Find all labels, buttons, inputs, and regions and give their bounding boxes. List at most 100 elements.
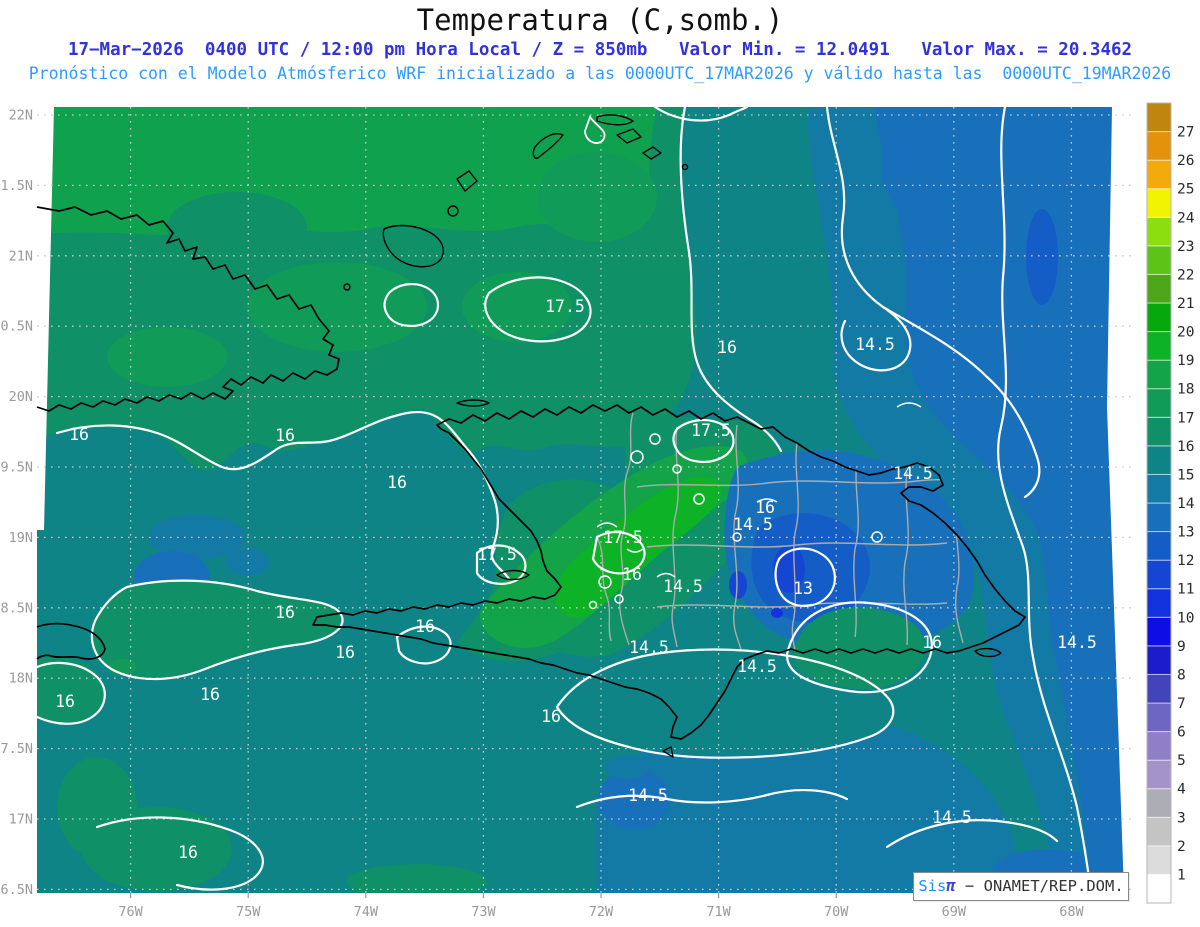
contour-value-label: 16	[275, 426, 295, 445]
colorbar-segment	[1146, 645, 1172, 675]
colorbar-label: 11	[1177, 582, 1194, 598]
colorbar-label: 24	[1177, 210, 1195, 226]
y-axis-label: 6.5N	[0, 882, 33, 898]
colorbar-segment	[1146, 845, 1172, 875]
colorbar-segment	[1146, 245, 1172, 275]
x-axis-label: 71W	[706, 904, 731, 920]
contour-value-label: 16	[69, 425, 89, 444]
x-axis-label: 73W	[471, 904, 496, 920]
colorbar: 1234567891011121314151617181920212223242…	[1146, 102, 1195, 904]
colorbar-segment	[1146, 416, 1172, 447]
contour-value-label: 16	[178, 843, 198, 862]
colorbar-label: 7	[1177, 696, 1186, 712]
colorbar-segment	[1146, 102, 1172, 133]
contour-value-label: 17.5	[545, 297, 585, 316]
contour-value-label: 16	[55, 692, 75, 711]
y-axis-label: 17N	[9, 812, 33, 828]
y-axis-label: 18N	[9, 671, 33, 687]
sispi-logo-sis: Sis	[918, 877, 947, 895]
colorbar-segment	[1146, 359, 1172, 390]
colorbar-label: 4	[1177, 782, 1186, 798]
colorbar-segment	[1146, 302, 1172, 333]
y-axis-label: 1.5N	[0, 178, 33, 194]
y-axis-label: 21N	[9, 248, 33, 264]
colorbar-label: 23	[1177, 239, 1194, 255]
colorbar-segment	[1146, 216, 1172, 247]
temperature-fill-layers	[37, 107, 1133, 893]
colorbar-label: 26	[1177, 153, 1194, 169]
chart-subtitle-model: Pronóstico con el Modelo Atmósferico WRF…	[28, 64, 1172, 83]
y-axis-label: 7.5N	[0, 741, 33, 757]
contour-value-label: 16	[622, 565, 642, 584]
x-axis-label: 69W	[942, 904, 967, 920]
x-axis-label: 70W	[824, 904, 849, 920]
map-canvas: 17.5 16 14.5 16 16 16 17.5 14.5 16 14.5 17.5 17.5 16…	[0, 102, 1195, 920]
contour-value-label: 16	[387, 473, 407, 492]
x-axis-label: 75W	[236, 904, 261, 920]
colorbar-label: 21	[1177, 296, 1194, 312]
source-attribution-box: Sisπ − ONAMET/REP.DOM.	[913, 872, 1129, 901]
contour-value-label: 14.5	[855, 335, 895, 354]
colorbar-segment	[1146, 331, 1172, 361]
colorbar-segment	[1146, 588, 1172, 618]
colorbar-label: 9	[1177, 639, 1186, 655]
contour-value-label: 14.5	[932, 808, 972, 827]
colorbar-label: 8	[1177, 667, 1186, 683]
colorbar-label: 6	[1177, 725, 1186, 741]
weather-chart-figure: 17.5 16 14.5 16 16 16 17.5 14.5 16 14.5 17.5 17.5 16…	[0, 0, 1200, 927]
contour-value-label: 16	[275, 603, 295, 622]
y-axis-label: 0.5N	[0, 319, 33, 335]
contour-value-label: 14.5	[628, 786, 668, 805]
chart-title: Temperatura (C,somb.)	[416, 3, 784, 37]
colorbar-label: 22	[1177, 267, 1194, 283]
contour-value-label: 16	[922, 633, 942, 652]
y-axis-label: 22N	[9, 108, 33, 124]
colorbar-segment	[1146, 273, 1172, 304]
colorbar-label: 14	[1177, 496, 1195, 512]
colorbar-segment	[1146, 788, 1172, 818]
contour-value-label: 16	[541, 707, 561, 726]
x-axis-label: 74W	[354, 904, 379, 920]
colorbar-segment	[1146, 502, 1172, 533]
contour-value-label: 14.5	[733, 515, 773, 534]
colorbar-segment	[1146, 816, 1172, 847]
colorbar-segment	[1146, 759, 1172, 790]
y-axis-label: 19N	[9, 530, 33, 546]
colorbar-segment	[1146, 873, 1172, 904]
colorbar-segment	[1146, 702, 1172, 733]
colorbar-label: 15	[1177, 467, 1194, 483]
x-axis-label: 68W	[1059, 904, 1084, 920]
contour-value-label: 14.5	[737, 657, 777, 676]
colorbar-label: 10	[1177, 610, 1194, 626]
contour-value-label: 17.5	[477, 545, 517, 564]
source-separator: −	[955, 877, 984, 895]
sispi-logo-pi-icon: π	[946, 877, 956, 895]
colorbar-label: 17	[1177, 410, 1194, 426]
contour-value-label: 17.5	[603, 528, 643, 547]
contour-value-label: 14.5	[893, 464, 933, 483]
colorbar-label: 16	[1177, 439, 1194, 455]
y-axis-label: 8.5N	[0, 600, 33, 616]
y-axis-label: 20N	[9, 389, 33, 405]
colorbar-segment	[1146, 559, 1172, 590]
colorbar-segment	[1146, 731, 1172, 761]
colorbar-label: 18	[1177, 382, 1194, 398]
contour-value-label: 14.5	[663, 577, 703, 596]
colorbar-label: 5	[1177, 753, 1186, 769]
contour-value-label: 17.5	[691, 421, 731, 440]
x-axis-label: 72W	[589, 904, 614, 920]
colorbar-label: 27	[1177, 125, 1194, 141]
colorbar-label: 3	[1177, 810, 1186, 826]
colorbar-label: 25	[1177, 182, 1194, 198]
colorbar-segment	[1146, 188, 1172, 218]
contour-value-label: 16	[200, 685, 220, 704]
contour-value-label: 16	[717, 338, 737, 357]
contour-value-label: 16	[335, 643, 355, 662]
colorbar-label: 12	[1177, 553, 1194, 569]
colorbar-label: 20	[1177, 325, 1194, 341]
y-axis-label: 9.5N	[0, 460, 33, 476]
x-axis-label: 76W	[118, 904, 143, 920]
colorbar-segment	[1146, 131, 1172, 161]
map-area: 17.5 16 14.5 16 16 16 17.5 14.5 16 14.5 17.5 17.5 16…	[35, 105, 1133, 895]
colorbar-segment	[1146, 531, 1172, 561]
